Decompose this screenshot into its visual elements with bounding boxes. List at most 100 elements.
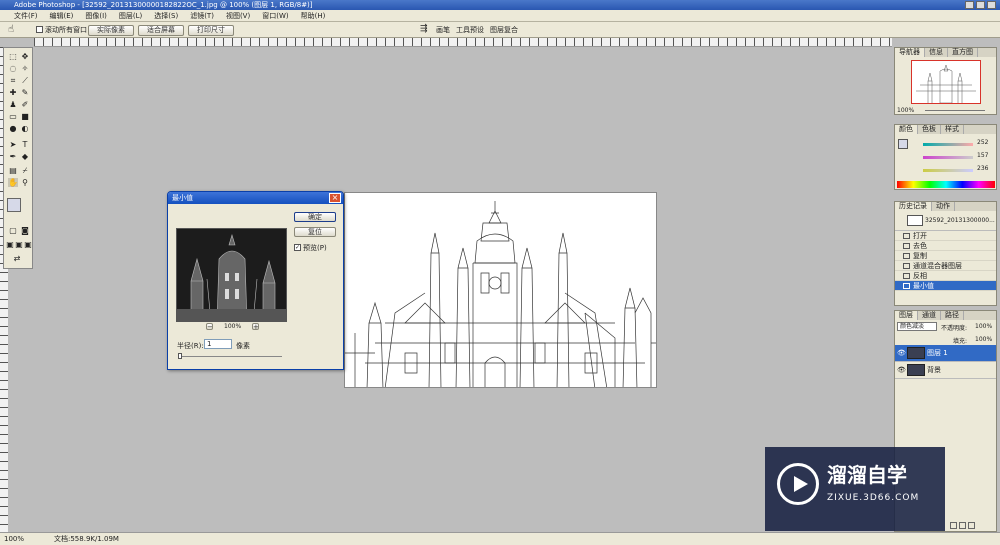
palette-tab-layer-comps[interactable]: 图层复合 — [490, 24, 518, 36]
tab-actions[interactable]: 动作 — [932, 202, 955, 211]
menu-window[interactable]: 窗口(W) — [262, 11, 288, 21]
navigator-thumbnail[interactable] — [911, 60, 981, 104]
standard-mode-icon[interactable]: ▢ — [8, 226, 18, 235]
tab-history[interactable]: 历史记录 — [895, 202, 932, 211]
fill-value[interactable]: 100% — [975, 336, 992, 343]
gradient-tool-icon[interactable]: ■ — [20, 112, 30, 121]
menu-filter[interactable]: 滤镜(T) — [190, 11, 214, 21]
pen-tool-icon[interactable]: ✒ — [8, 152, 18, 161]
menu-edit[interactable]: 编辑(E) — [50, 11, 74, 21]
healing-brush-tool-icon[interactable]: ✚ — [8, 88, 18, 97]
eyedropper-tool-icon[interactable]: ⌿ — [20, 166, 30, 175]
jump-to-imageready-icon[interactable]: ⇄ — [12, 254, 22, 263]
color-spectrum-bar[interactable] — [897, 181, 995, 188]
menu-help[interactable]: 帮助(H) — [301, 11, 326, 21]
fit-screen-button[interactable]: 适合屏幕 — [138, 25, 184, 36]
scroll-all-checkbox[interactable] — [36, 26, 43, 33]
zoom-in-button[interactable]: + — [252, 323, 259, 331]
blue-slider[interactable] — [923, 169, 973, 172]
menu-view[interactable]: 视图(V) — [226, 11, 250, 21]
dodge-tool-icon[interactable]: ◐ — [20, 124, 30, 133]
type-tool-icon[interactable]: T — [20, 140, 30, 149]
blue-value[interactable]: 236 — [977, 165, 988, 172]
screen-mode-full-icon[interactable]: ▣ — [23, 240, 33, 249]
ok-button[interactable]: 确定 — [294, 212, 336, 222]
filter-preview[interactable] — [176, 228, 287, 322]
dialog-close-button[interactable]: × — [329, 193, 341, 203]
blend-mode-select[interactable]: 颜色减淡 — [897, 322, 937, 331]
history-item[interactable]: 通道混合器图层 — [895, 261, 996, 271]
color-panel-foreground-swatch[interactable] — [898, 139, 908, 149]
close-button[interactable] — [987, 1, 996, 9]
new-layer-icon[interactable] — [950, 522, 957, 529]
foreground-color-swatch[interactable] — [7, 198, 21, 212]
window-title-bar: Adobe Photoshop - [32592_201313000001828… — [0, 0, 1000, 10]
palette-tab-brushes[interactable]: 画笔 — [436, 24, 450, 36]
menu-layer[interactable]: 图层(L) — [119, 11, 142, 21]
navigator-zoom-slider[interactable] — [925, 110, 985, 111]
blur-tool-icon[interactable]: ● — [8, 124, 18, 133]
lasso-tool-icon[interactable]: ◌ — [8, 64, 18, 73]
zoom-out-button[interactable]: − — [206, 323, 213, 331]
history-snapshot[interactable]: 32592_20131300000... — [895, 211, 996, 231]
red-value[interactable]: 252 — [977, 139, 988, 146]
tab-channels[interactable]: 通道 — [918, 311, 941, 320]
hand-tool-icon[interactable]: ☝ — [8, 25, 14, 35]
tab-swatches[interactable]: 色板 — [918, 125, 941, 134]
preview-checkbox[interactable]: ✓ — [294, 244, 301, 251]
eraser-tool-icon[interactable]: ▭ — [8, 112, 18, 121]
maximize-button[interactable] — [976, 1, 985, 9]
marquee-tool-icon[interactable]: ⬚ — [8, 52, 18, 61]
magic-wand-tool-icon[interactable]: ✧ — [20, 64, 30, 73]
red-slider[interactable] — [923, 143, 973, 146]
radius-input[interactable]: 1 — [204, 339, 232, 349]
tab-color[interactable]: 颜色 — [895, 125, 918, 134]
layer-row[interactable]: 👁 图层 1 — [895, 345, 996, 362]
print-size-button[interactable]: 打印尺寸 — [188, 25, 234, 36]
layer-row[interactable]: 👁 背景 — [895, 362, 996, 379]
move-tool-icon[interactable]: ✥ — [20, 52, 30, 61]
layers-footer-buttons — [950, 522, 975, 529]
status-zoom[interactable]: 100% — [4, 533, 24, 545]
history-brush-tool-icon[interactable]: ✐ — [20, 100, 30, 109]
slice-tool-icon[interactable]: ⟋ — [20, 76, 30, 85]
menu-image[interactable]: 图像(I) — [85, 11, 107, 21]
brush-tool-icon[interactable]: ✎ — [20, 88, 30, 97]
hand-tool-icon[interactable]: ✋ — [8, 178, 18, 187]
tab-navigator[interactable]: 导航器 — [895, 48, 925, 57]
layer-visibility-eye-icon[interactable]: 👁 — [897, 350, 906, 357]
green-slider[interactable] — [923, 156, 973, 159]
crop-tool-icon[interactable]: ⌗ — [8, 76, 18, 85]
navigator-zoom[interactable]: 100% — [897, 107, 914, 114]
tab-styles[interactable]: 样式 — [941, 125, 964, 134]
opacity-value[interactable]: 100% — [975, 323, 992, 330]
clone-stamp-tool-icon[interactable]: ♟ — [8, 100, 18, 109]
radius-slider-track[interactable] — [178, 356, 282, 357]
actual-pixels-button[interactable]: 实际像素 — [88, 25, 134, 36]
shape-tool-icon[interactable]: ◆ — [20, 152, 30, 161]
menu-select[interactable]: 选择(S) — [154, 11, 178, 21]
minimize-button[interactable] — [965, 1, 974, 9]
new-group-icon[interactable] — [959, 522, 966, 529]
trash-icon[interactable] — [968, 522, 975, 529]
palette-tab-tool-presets[interactable]: 工具预设 — [456, 24, 484, 36]
history-item[interactable]: 去色 — [895, 241, 996, 251]
menu-file[interactable]: 文件(F) — [14, 11, 38, 21]
tab-paths[interactable]: 路径 — [941, 311, 964, 320]
document-canvas[interactable] — [344, 192, 657, 388]
tab-histogram[interactable]: 直方图 — [948, 48, 978, 57]
history-item-selected[interactable]: 最小值 — [895, 281, 996, 291]
green-value[interactable]: 157 — [977, 152, 988, 159]
reset-button[interactable]: 复位 — [294, 227, 336, 237]
tab-info[interactable]: 信息 — [925, 48, 948, 57]
zoom-tool-icon[interactable]: ⚲ — [20, 178, 30, 187]
history-item[interactable]: 反相 — [895, 271, 996, 281]
layer-visibility-eye-icon[interactable]: 👁 — [897, 367, 906, 374]
radius-slider-handle[interactable] — [178, 353, 182, 359]
quick-mask-icon[interactable]: ◙ — [20, 226, 30, 235]
history-item[interactable]: 复制 — [895, 251, 996, 261]
history-item[interactable]: 打开 — [895, 231, 996, 241]
tab-layers[interactable]: 图层 — [895, 311, 918, 320]
path-selection-tool-icon[interactable]: ➤ — [8, 140, 18, 149]
notes-tool-icon[interactable]: ▤ — [8, 166, 18, 175]
